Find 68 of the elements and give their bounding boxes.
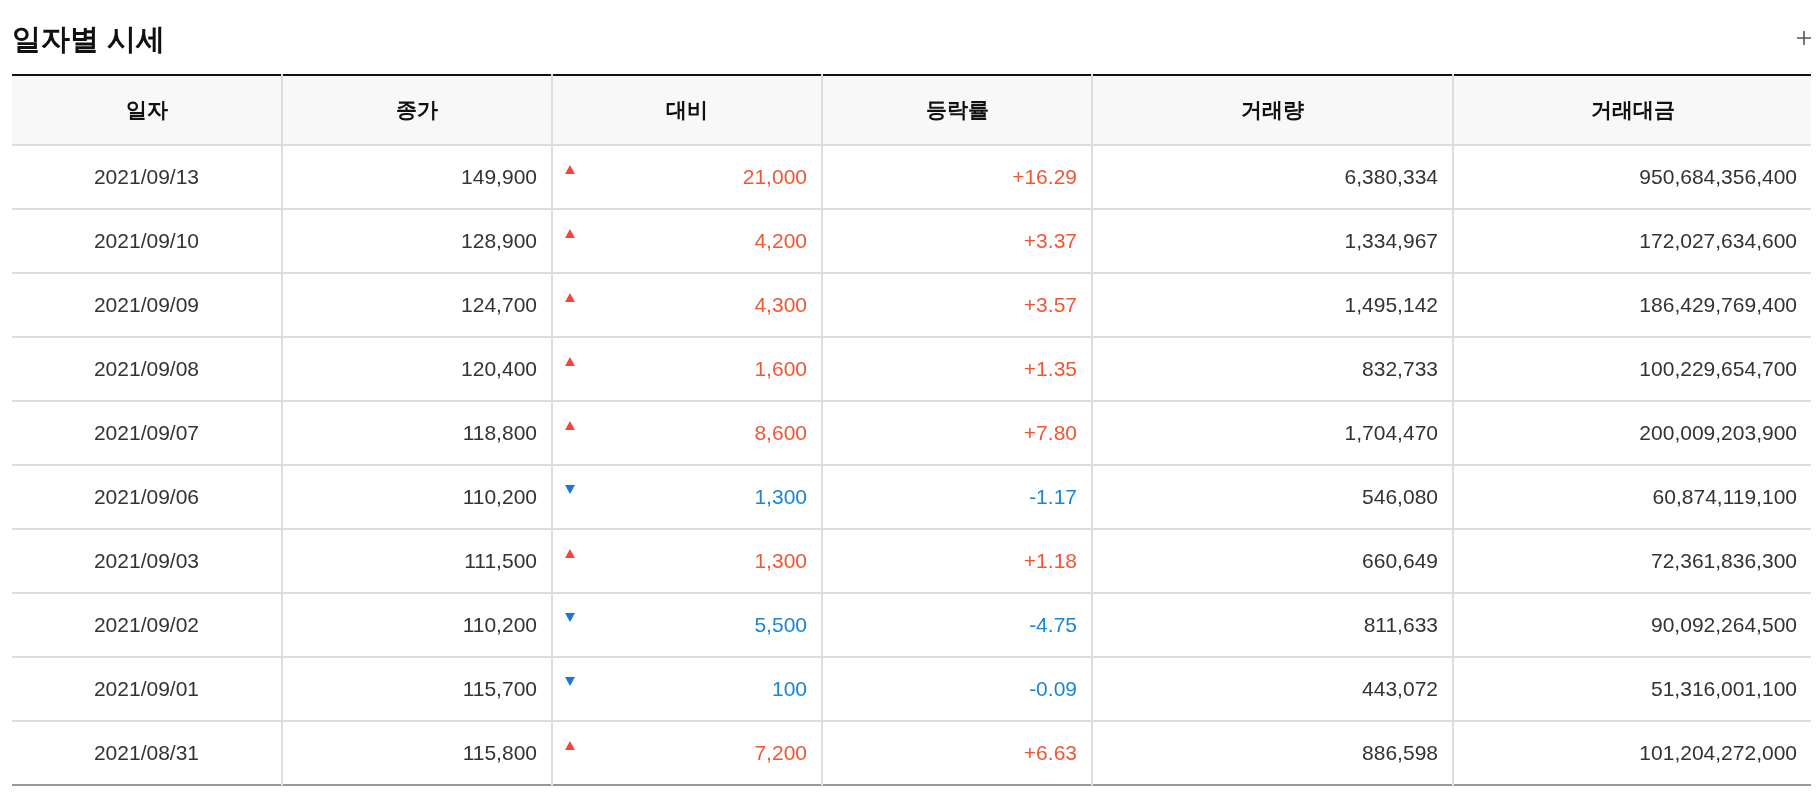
column-header: 종가 [282, 75, 552, 145]
table-cell: 100 [771, 677, 807, 701]
table-cell: +16.29 [822, 145, 1092, 209]
table-cell: 110,200 [282, 465, 552, 529]
table-cell: 2021/08/31 [12, 721, 282, 785]
table-cell: 100,229,654,700 [1453, 337, 1811, 401]
table-cell: +1.18 [822, 529, 1092, 593]
table-cell: 8,600 [754, 421, 807, 445]
table-cell: 186,429,769,400 [1453, 273, 1811, 337]
table-cell: 2021/09/09 [12, 273, 282, 337]
table-cell: +1.35 [822, 337, 1092, 401]
table-cell: 811,633 [1092, 593, 1453, 657]
table-cell: 1,300 [754, 549, 807, 573]
table-cell: 128,900 [282, 209, 552, 273]
table-cell: 124,700 [282, 273, 552, 337]
table-cell: 5,500 [754, 613, 807, 637]
column-header: 등락률 [822, 75, 1092, 145]
table-cell: 90,092,264,500 [1453, 593, 1811, 657]
table-cell: 2021/09/03 [12, 529, 282, 593]
table-cell: 950,684,356,400 [1453, 145, 1811, 209]
table-cell: 832,733 [1092, 337, 1453, 401]
table-cell: 4,200 [754, 229, 807, 253]
table-cell: 4,300 [754, 293, 807, 317]
plus-icon[interactable] [1797, 31, 1811, 45]
table-cell: -4.75 [822, 593, 1092, 657]
table-cell: 115,800 [282, 721, 552, 785]
table-cell: 660,649 [1092, 529, 1453, 593]
table-cell: 101,204,272,000 [1453, 721, 1811, 785]
table-cell: 546,080 [1092, 465, 1453, 529]
table-cell: 149,900 [282, 145, 552, 209]
table-cell: +3.57 [822, 273, 1092, 337]
table-cell: 2021/09/13 [12, 145, 282, 209]
table-cell: 51,316,001,100 [1453, 657, 1811, 721]
table-cell: 21,000 [742, 165, 807, 189]
table-cell: 1,495,142 [1092, 273, 1453, 337]
table-cell: 443,072 [1092, 657, 1453, 721]
table-cell: 2021/09/06 [12, 465, 282, 529]
table-cell: 120,400 [282, 337, 552, 401]
table-cell: 115,700 [282, 657, 552, 721]
table-cell: 1,334,967 [1092, 209, 1453, 273]
table-cell: 1,600 [754, 357, 807, 381]
table-cell: 886,598 [1092, 721, 1453, 785]
column-header: 대비 [552, 75, 822, 145]
table-cell: 2021/09/10 [12, 209, 282, 273]
table-cell: 111,500 [282, 529, 552, 593]
table-cell: +7.80 [822, 401, 1092, 465]
table-cell: 110,200 [282, 593, 552, 657]
table-cell: 118,800 [282, 401, 552, 465]
column-header: 거래량 [1092, 75, 1453, 145]
table-cell: 2021/09/07 [12, 401, 282, 465]
section-title: 일자별 시세 [12, 22, 166, 57]
column-header: 거래대금 [1453, 75, 1811, 145]
table-cell: 2021/09/08 [12, 337, 282, 401]
table-cell: 2021/09/02 [12, 593, 282, 657]
table-cell: -1.17 [822, 465, 1092, 529]
table-cell: 1,704,470 [1092, 401, 1453, 465]
table-cell: +6.63 [822, 721, 1092, 785]
table-cell: 60,874,119,100 [1453, 465, 1811, 529]
table-cell: 172,027,634,600 [1453, 209, 1811, 273]
table-cell: 2021/09/01 [12, 657, 282, 721]
table-cell: 200,009,203,900 [1453, 401, 1811, 465]
table-cell: 72,361,836,300 [1453, 529, 1811, 593]
table-cell: 6,380,334 [1092, 145, 1453, 209]
table-cell: 7,200 [754, 741, 807, 765]
table-cell: -0.09 [822, 657, 1092, 721]
table-cell: +3.37 [822, 209, 1092, 273]
table-cell: 1,300 [754, 485, 807, 509]
column-header: 일자 [12, 75, 282, 145]
